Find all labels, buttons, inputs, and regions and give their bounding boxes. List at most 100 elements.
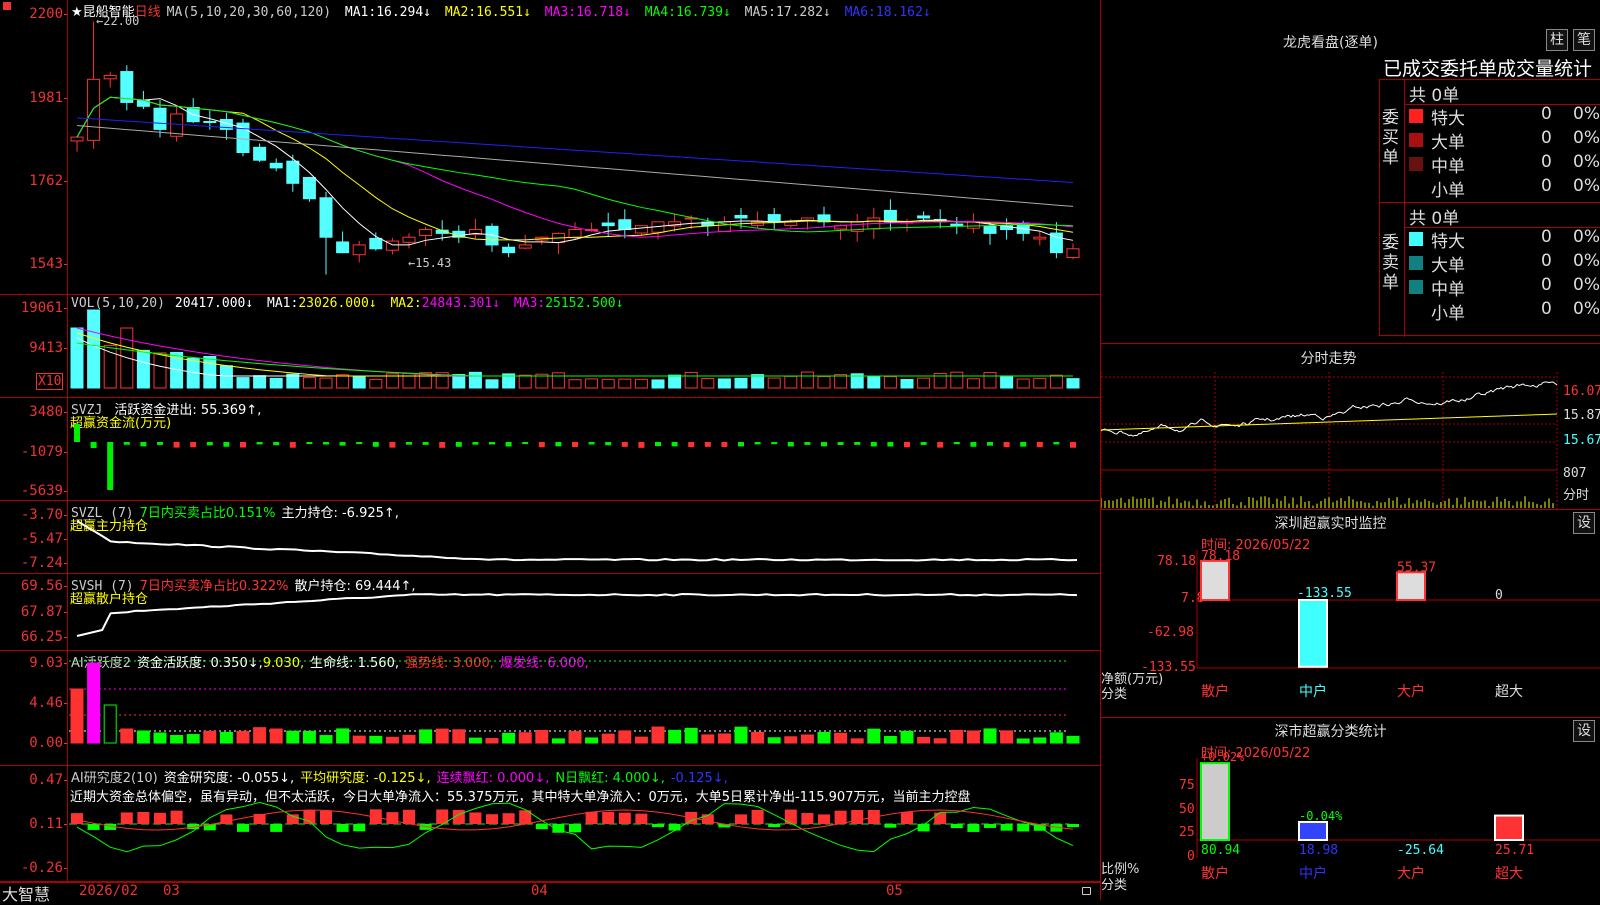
activity-bar — [186, 734, 200, 744]
research-bar — [652, 824, 664, 828]
lhb-panel[interactable]: 龙虎看盘(逐单) 柱 笔 已成交委托单成交量统计 委买单 共 0单 特大 0 0% … — [1100, 0, 1600, 344]
activity-bar — [585, 737, 599, 744]
candle-body — [302, 176, 316, 200]
activity-bar — [983, 728, 997, 744]
flow-bar — [289, 442, 296, 448]
date-label: 05 — [886, 883, 903, 899]
svsh-chart[interactable] — [69, 574, 1100, 651]
activity-bar — [336, 728, 350, 744]
svzj-tick: -1079 — [20, 444, 68, 460]
flow-bar — [1003, 442, 1010, 448]
activity-bar — [784, 736, 798, 744]
row-count: 0 — [1541, 104, 1552, 124]
aiy-tick: 0.47 — [29, 772, 67, 788]
volume-bar — [485, 379, 499, 389]
sz-monitor-panel[interactable]: 深圳超赢实时监控 设 时间: 2026/05/22 78.18 7.8 -62.… — [1100, 510, 1600, 718]
activity-bar — [1066, 735, 1080, 744]
flow-bar — [157, 442, 163, 445]
intraday-chart[interactable] — [1101, 372, 1561, 510]
flow-bar — [771, 442, 778, 445]
volume-chart[interactable] — [69, 295, 1100, 398]
volume-bar — [269, 377, 283, 389]
lhb-table: 委买单 共 0单 特大 0 0% 大单 0 0% 中单 0 0% 小单 0 0% 委卖单 共 0… — [1379, 79, 1600, 337]
sz-monitor-chart[interactable]: 78.18 散户 -133.55 中户 55.37 大户 0 超大 — [1101, 510, 1600, 718]
research-bar — [502, 813, 515, 824]
price-panel[interactable]: 2200 1981 1762 1543 ★昆船智能日线 MA(5,10,20,30… — [0, 0, 1100, 295]
flow-bar — [522, 442, 529, 445]
sz-category-panel[interactable]: 深市超赢分类统计 设 时间: 2026/05/22 75 50 25 0 比例%… — [1100, 718, 1600, 900]
candle-body — [402, 236, 416, 243]
ai-active-axis: 9.03 4.46 0.00 — [0, 651, 68, 765]
value-label: 25.71 — [1495, 843, 1534, 858]
change-label: -0.04% — [1299, 809, 1343, 823]
activity-bar — [286, 730, 300, 744]
candle-body — [950, 223, 964, 227]
svzj-panel[interactable]: 3480 -1079 -5639 SVZJ 活跃资金进出: 55.369↑, 超赢… — [0, 398, 1100, 501]
research-bar — [535, 824, 548, 830]
volume-bar — [336, 374, 350, 389]
activity-bar — [468, 737, 482, 744]
category-bar — [1494, 814, 1524, 841]
date-label: 04 — [531, 883, 548, 899]
flow-bar — [920, 442, 927, 445]
aih-tick: 4.46 — [29, 695, 67, 711]
flow-bar — [738, 442, 744, 447]
svsh-tick: 67.87 — [20, 604, 68, 620]
category-label: 散户 — [1201, 865, 1229, 882]
candle-body — [767, 214, 781, 223]
value-label: 78.18 — [1201, 549, 1240, 564]
value-label: 80.94 — [1201, 843, 1240, 858]
ai-active-panel[interactable]: 9.03 4.46 0.00 AI活跃度2 资金活跃度: 0.350↓,9.030… — [0, 651, 1100, 766]
sz-category-chart[interactable]: +0.02% 80.94 散户 -0.04% 18.98 中户 -25.64 大户 25.71 超… — [1101, 718, 1600, 900]
l-color-swatch — [1409, 133, 1423, 147]
research-bar — [336, 824, 349, 832]
activity-bar — [502, 732, 516, 744]
volume-bar — [452, 374, 466, 389]
ai-research-chart[interactable] — [69, 766, 1100, 882]
activity-bar — [1016, 738, 1030, 744]
ai-active-chart[interactable] — [69, 651, 1100, 766]
flow-bar — [256, 442, 263, 445]
svzl-chart[interactable] — [69, 501, 1100, 574]
research-bar — [320, 810, 332, 824]
volume-panel[interactable]: 19061 9413 X10 VOL(5,10,20) 20417.000↓ MA… — [0, 295, 1100, 398]
ai-research-axis: 0.47 0.11 -0.26 — [0, 766, 68, 881]
activity-bar — [153, 732, 167, 744]
research-bar — [403, 809, 415, 824]
svzj-chart[interactable] — [69, 398, 1100, 501]
research-bar — [801, 812, 814, 824]
buy-rows: 共 0单 特大 0 0% 大单 0 0% 中单 0 0% 小单 0 0% — [1404, 80, 1600, 203]
l-color-swatch — [1409, 256, 1423, 270]
svzl-panel[interactable]: -3.70 -5.47 -7.24 SVZL (7) 7日内买卖占比0.151% 主… — [0, 501, 1100, 574]
activity-bar — [900, 730, 914, 744]
flow-bar — [339, 442, 346, 446]
bar-mode-button[interactable]: 柱 — [1546, 29, 1568, 51]
brand-label[interactable]: 大智慧 — [2, 881, 50, 905]
activity-bar — [734, 726, 748, 744]
tick-mode-button[interactable]: 笔 — [1573, 29, 1595, 51]
svzj-tick: 3480 — [29, 404, 67, 420]
flow-bar — [422, 442, 429, 445]
flow-bar — [937, 442, 944, 448]
flow-bar — [1036, 442, 1043, 448]
candlestick-chart[interactable] — [69, 0, 1100, 295]
intraday-title: 分时走势 — [1300, 351, 1357, 367]
candle-body — [352, 244, 366, 256]
volume-bar — [136, 349, 150, 389]
ma-line — [76, 125, 1074, 207]
flow-bar — [472, 442, 479, 445]
candle-body — [518, 244, 532, 249]
buy-row-xl: 特大 0 0% — [1405, 104, 1600, 129]
activity-bar — [452, 729, 466, 744]
intraday-panel[interactable]: 分时走势 16.07 15.87 15.67 807 分时 — [1100, 344, 1600, 510]
activity-bar — [817, 732, 831, 744]
ai-research-panel[interactable]: 0.47 0.11 -0.26 AI研究度2(10) 资金研究度: -0.055↓… — [0, 766, 1100, 882]
flow-bar — [123, 442, 130, 445]
lock-icon[interactable] — [1082, 887, 1091, 895]
volume-bar — [634, 378, 648, 389]
row-count: 0 — [1541, 128, 1552, 148]
menu-square-icon[interactable] — [3, 2, 11, 10]
candle-body — [983, 225, 997, 234]
candle-body — [286, 160, 300, 184]
svsh-panel[interactable]: 69.56 67.87 66.25 SVSH (7) 7日内买卖净占比0.322%… — [0, 574, 1100, 651]
